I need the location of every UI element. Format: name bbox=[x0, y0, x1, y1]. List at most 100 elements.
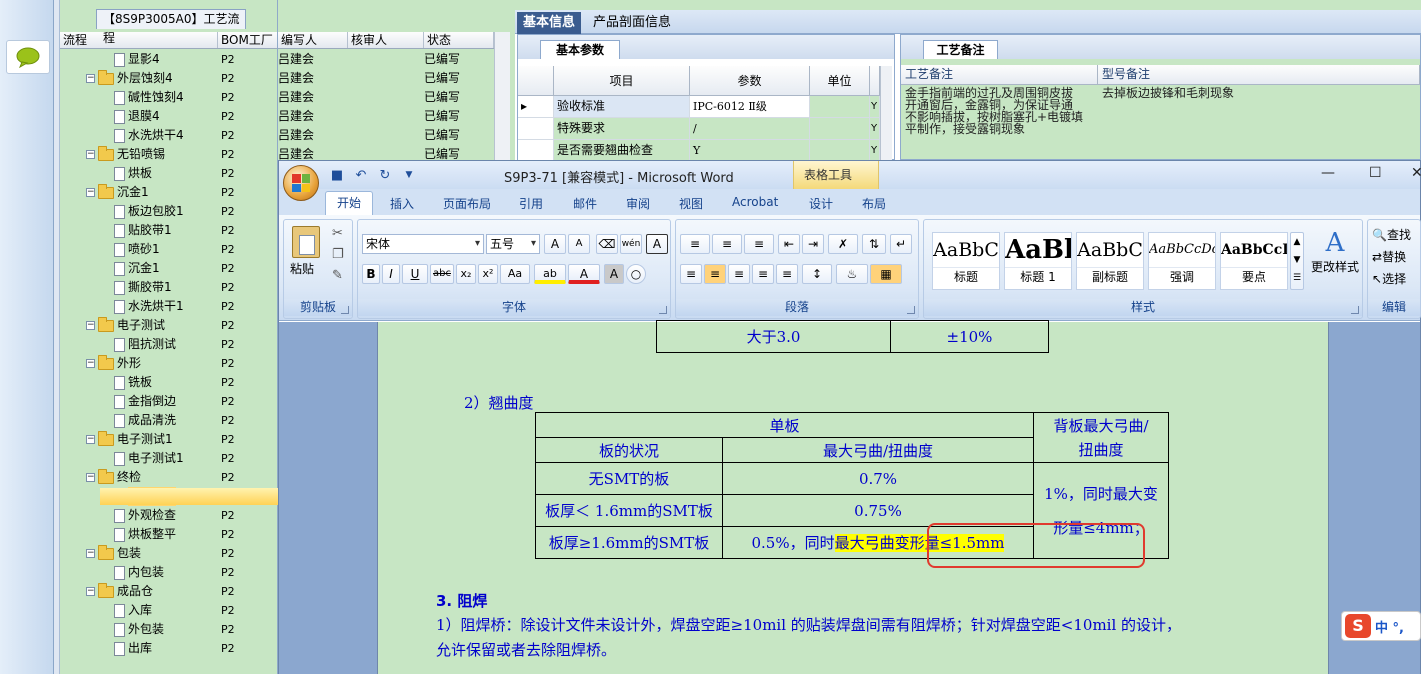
table-cell-board-condition[interactable]: 板的状况 bbox=[535, 437, 723, 463]
tab-view[interactable]: 视图 bbox=[679, 195, 703, 212]
tree-leaf-node[interactable]: 水洗烘干4 P2 bbox=[60, 126, 277, 145]
grid-cell-item[interactable]: 验收标准 bbox=[554, 96, 690, 118]
tree-extra-row[interactable]: 吕建会 已编写 bbox=[278, 88, 510, 107]
tree-extra-row[interactable]: 吕建会 已编写 bbox=[278, 69, 510, 88]
tree-group-node[interactable]: − 外形 P2 bbox=[60, 354, 277, 373]
collapse-icon[interactable]: − bbox=[86, 74, 95, 83]
tree-leaf-node[interactable]: 沉金1 P2 bbox=[60, 259, 277, 278]
grid-cell-flag[interactable]: Y bbox=[870, 96, 880, 118]
model-note-text[interactable]: 去掉板边披锋和毛刺现象 bbox=[1102, 87, 1234, 99]
font-launcher-icon[interactable] bbox=[659, 306, 667, 314]
underline-icon[interactable]: U bbox=[402, 264, 428, 284]
bold-icon[interactable]: B bbox=[362, 264, 380, 284]
grid-cell-unit[interactable] bbox=[810, 96, 870, 118]
increase-indent-icon[interactable]: ⇥ bbox=[802, 234, 824, 254]
tree-leaf-node[interactable]: 成品清洗 P2 bbox=[60, 411, 277, 430]
tree-leaf-node[interactable]: 水洗烘干1 P2 bbox=[60, 297, 277, 316]
font-size-combo[interactable]: 五号 bbox=[486, 234, 540, 254]
tree-leaf-node[interactable]: 金指倒边 P2 bbox=[60, 392, 277, 411]
tree-extra-row[interactable]: 吕建会 已编写 bbox=[278, 126, 510, 145]
highlight-icon[interactable]: ab bbox=[534, 264, 566, 284]
sort-icon[interactable]: ⇅ bbox=[862, 234, 886, 254]
row-indicator[interactable] bbox=[518, 140, 554, 162]
customize-qat-icon[interactable]: ▼ bbox=[401, 167, 417, 183]
tree-group-node[interactable]: − 外层蚀刻4 P2 bbox=[60, 69, 277, 88]
grid-cell-unit[interactable] bbox=[810, 140, 870, 162]
row-indicator[interactable]: ▸ bbox=[518, 96, 554, 118]
col-header-reviewer[interactable]: 核审人 bbox=[348, 32, 424, 48]
align-right-icon[interactable]: ≡ bbox=[728, 264, 750, 284]
undo-icon[interactable]: ↶ bbox=[353, 167, 369, 183]
table-cell-condition[interactable]: 板厚＜ 1.6mm的SMT板 bbox=[535, 494, 723, 527]
tree-group-node[interactable]: − 电子测试 P2 bbox=[60, 316, 277, 335]
grow-font-icon[interactable]: A bbox=[544, 234, 566, 254]
tree-title-tab[interactable]: 【8S9P3005A0】工艺流程 bbox=[96, 9, 246, 45]
tree-leaf-node[interactable]: 铣板 P2 bbox=[60, 373, 277, 392]
justify-icon[interactable]: ≡ bbox=[752, 264, 774, 284]
table-cell-single-board[interactable]: 单板 bbox=[535, 412, 1034, 438]
tab-references[interactable]: 引用 bbox=[519, 195, 543, 212]
find-button[interactable]: 🔍查找 bbox=[1372, 226, 1411, 243]
tab-basic-info[interactable]: 基本信息 bbox=[517, 12, 582, 34]
shrink-font-icon[interactable]: A bbox=[568, 234, 590, 254]
collapse-icon[interactable]: − bbox=[86, 188, 95, 197]
tree-leaf-node[interactable]: 内包装 P2 bbox=[60, 563, 277, 582]
enclose-char-icon[interactable]: ○ bbox=[626, 264, 646, 284]
numbering-icon[interactable]: ≡ bbox=[712, 234, 742, 254]
clear-format-icon[interactable]: ⌫ bbox=[596, 234, 618, 254]
char-border-icon[interactable]: A bbox=[646, 234, 668, 254]
tab-mailings[interactable]: 邮件 bbox=[573, 195, 597, 212]
tree-leaf-node[interactable]: 出库 P2 bbox=[60, 639, 277, 658]
collapse-icon[interactable]: − bbox=[86, 587, 95, 596]
align-left-icon[interactable]: ≡ bbox=[680, 264, 702, 284]
replace-button[interactable]: ⇄替换 bbox=[1372, 248, 1406, 265]
tree-leaf-node[interactable]: 外包装 P2 bbox=[60, 620, 277, 639]
grid-cell-param[interactable]: IPC-6012 Ⅱ级 bbox=[690, 96, 810, 118]
col-header-process[interactable]: 流程 bbox=[60, 32, 218, 48]
paragraph-launcher-icon[interactable] bbox=[907, 306, 915, 314]
superscript-icon[interactable]: x² bbox=[478, 264, 498, 284]
table-cell-value[interactable]: 0.75% bbox=[722, 494, 1034, 527]
prev-table-cell[interactable]: 大于3.0 bbox=[656, 320, 891, 353]
collapse-icon[interactable]: − bbox=[86, 150, 95, 159]
paragraph-line[interactable]: 允许保留或者去除阻焊桥。 bbox=[436, 639, 616, 660]
document-page[interactable]: 大于3.0 ±10% 2）翘曲度 单板 背板最大弓曲/扭曲度 板的状况 最大弓曲… bbox=[377, 320, 1329, 674]
ime-toolbar[interactable]: S 中 °, bbox=[1341, 611, 1421, 641]
notes-col-model[interactable]: 型号备注 bbox=[1098, 65, 1420, 85]
select-button[interactable]: ↖选择 bbox=[1372, 270, 1406, 287]
align-center-icon[interactable]: ≡ bbox=[704, 264, 726, 284]
basic-params-tab[interactable]: 基本参数 bbox=[540, 40, 620, 59]
borders-icon[interactable]: ▦ bbox=[870, 264, 902, 284]
tree-group-node[interactable]: − 包装 P2 bbox=[60, 544, 277, 563]
tab-profile-info[interactable]: 产品剖面信息 bbox=[587, 12, 677, 34]
show-marks-icon[interactable]: ↵ bbox=[890, 234, 912, 254]
collapse-icon[interactable]: − bbox=[86, 359, 95, 368]
minimize-icon[interactable]: — bbox=[1321, 165, 1335, 181]
row-indicator[interactable] bbox=[518, 118, 554, 140]
style-card[interactable]: AaBbCcD 要点 bbox=[1220, 232, 1288, 290]
styles-scroll-icon[interactable]: ▲ ▼ ☰ bbox=[1290, 232, 1304, 290]
tree-leaf-node[interactable]: 板边包胶1 P2 bbox=[60, 202, 277, 221]
tree-group-node[interactable]: − 成品仓 P2 bbox=[60, 582, 277, 601]
section-solder-mask[interactable]: 3. 阻焊 bbox=[436, 590, 487, 611]
prev-table-cell[interactable]: ±10% bbox=[890, 320, 1049, 353]
table-cell-backplane-header[interactable]: 背板最大弓曲/扭曲度 bbox=[1033, 412, 1169, 463]
col-header-status[interactable]: 状态 bbox=[424, 32, 494, 48]
format-painter-icon[interactable]: ✎ bbox=[332, 268, 343, 283]
redo-icon[interactable]: ↻ bbox=[377, 167, 393, 183]
grid-header-item[interactable]: 项目 bbox=[554, 66, 690, 96]
grid-cell-param[interactable]: / bbox=[690, 118, 810, 140]
decrease-indent-icon[interactable]: ⇤ bbox=[778, 234, 800, 254]
phonetic-guide-icon[interactable]: wén bbox=[620, 234, 642, 254]
tree-leaf-node[interactable]: 烘板 P2 bbox=[60, 164, 277, 183]
grid-header-unit[interactable]: 单位 bbox=[810, 66, 870, 96]
line-spacing-icon[interactable]: ↕ bbox=[802, 264, 832, 284]
grid-cell-item[interactable]: 是否需要翘曲检查 bbox=[554, 140, 690, 162]
process-notes-tab[interactable]: 工艺备注 bbox=[923, 40, 998, 59]
table-cell-condition[interactable]: 无SMT的板 bbox=[535, 462, 723, 495]
font-color-icon[interactable]: A bbox=[568, 264, 600, 284]
tree-leaf-node[interactable]: 烘板整平 P2 bbox=[60, 525, 277, 544]
subscript-icon[interactable]: x₂ bbox=[456, 264, 476, 284]
tab-review[interactable]: 审阅 bbox=[626, 195, 650, 212]
tree-leaf-node[interactable]: 喷砂1 P2 bbox=[60, 240, 277, 259]
